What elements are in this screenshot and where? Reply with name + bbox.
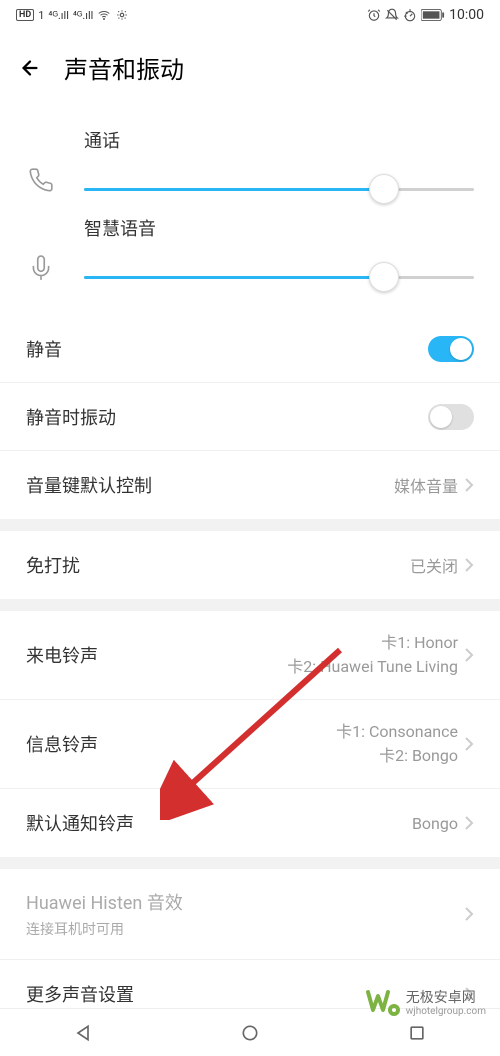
vibrate-on-mute-label: 静音时振动 xyxy=(26,404,116,430)
ringtones-section: 来电铃声 卡1: Honor 卡2: Huawei Tune Living 信息… xyxy=(0,611,500,857)
call-ring-value-2: 卡2: Huawei Tune Living xyxy=(287,655,458,679)
speed-icon xyxy=(403,8,417,22)
notif-ring-value: Bongo xyxy=(412,814,458,833)
wifi-icon xyxy=(97,9,111,21)
chevron-right-icon xyxy=(464,648,474,662)
dnd-value: 已关闭 xyxy=(410,553,458,577)
call-volume-label: 通话 xyxy=(84,127,474,153)
watermark-logo-icon xyxy=(366,988,400,1020)
mute-toggle[interactable] xyxy=(428,336,474,362)
histen-sub: 连接耳机时可用 xyxy=(26,919,183,939)
histen-label: Huawei Histen 音效 xyxy=(26,889,183,915)
volume-key-value: 媒体音量 xyxy=(394,473,458,497)
dnd-row[interactable]: 免打扰 已关闭 xyxy=(0,531,500,599)
hd-icon: HD xyxy=(16,9,34,21)
dnd-section: 免打扰 已关闭 xyxy=(0,531,500,599)
clock-text: 10:00 xyxy=(449,7,484,23)
call-volume-slider[interactable] xyxy=(84,171,474,207)
mic-icon xyxy=(26,253,56,283)
header: 声音和振动 xyxy=(0,30,500,109)
volume-key-label: 音量键默认控制 xyxy=(26,472,152,498)
watermark-url: wjhotelgroup.com xyxy=(406,1006,486,1017)
chevron-right-icon xyxy=(464,816,474,830)
histen-row: Huawei Histen 音效 连接耳机时可用 xyxy=(0,869,500,960)
voice-volume-slider[interactable] xyxy=(84,259,474,295)
msg-ring-value-1: 卡1: Consonance xyxy=(336,720,458,744)
chevron-right-icon xyxy=(464,737,474,751)
mute-section: 静音 静音时振动 音量键默认控制 媒体音量 xyxy=(0,315,500,519)
volume-sliders-section: 通话 智慧语音 xyxy=(0,109,500,315)
status-left: HD 1 ⁴ᴳ.ıll ⁴ᴳ.ıll xyxy=(16,8,129,22)
mute-row[interactable]: 静音 xyxy=(0,315,500,383)
vibrate-on-mute-toggle[interactable] xyxy=(428,404,474,430)
net-icon-1: ⁴ᴳ.ıll xyxy=(48,9,68,22)
voice-volume-label: 智慧语音 xyxy=(84,215,474,241)
chevron-right-icon xyxy=(464,907,474,921)
back-button[interactable] xyxy=(16,54,44,82)
phone-icon xyxy=(26,165,56,195)
nav-back-button[interactable] xyxy=(63,1013,103,1053)
dnd-icon xyxy=(385,8,399,22)
watermark: 无极安卓网 wjhotelgroup.com xyxy=(366,988,486,1020)
vibrate-on-mute-row[interactable]: 静音时振动 xyxy=(0,383,500,451)
net-icon-2: ⁴ᴳ.ıll xyxy=(73,9,93,22)
mute-label: 静音 xyxy=(26,336,62,362)
msg-ring-value-2: 卡2: Bongo xyxy=(336,744,458,768)
status-bar: HD 1 ⁴ᴳ.ıll ⁴ᴳ.ıll 10:00 xyxy=(0,0,500,30)
notif-ring-label: 默认通知铃声 xyxy=(26,810,134,836)
notif-ring-row[interactable]: 默认通知铃声 Bongo xyxy=(0,789,500,857)
more-sound-label: 更多声音设置 xyxy=(26,981,134,1007)
alarm-icon xyxy=(367,8,381,22)
chevron-right-icon xyxy=(464,558,474,572)
chevron-right-icon xyxy=(464,478,474,492)
status-right: 10:00 xyxy=(367,7,484,23)
call-ring-value-1: 卡1: Honor xyxy=(287,631,458,655)
msg-ring-label: 信息铃声 xyxy=(26,731,98,757)
sim-icon: 1 xyxy=(38,9,44,22)
nav-home-button[interactable] xyxy=(230,1013,270,1053)
eye-comfort-icon xyxy=(115,8,129,22)
page-title: 声音和振动 xyxy=(64,50,184,85)
call-ring-row[interactable]: 来电铃声 卡1: Honor 卡2: Huawei Tune Living xyxy=(0,611,500,700)
voice-volume-row: 智慧语音 xyxy=(26,215,474,295)
msg-ring-row[interactable]: 信息铃声 卡1: Consonance 卡2: Bongo xyxy=(0,700,500,789)
watermark-text: 无极安卓网 xyxy=(406,991,486,1006)
volume-key-row[interactable]: 音量键默认控制 媒体音量 xyxy=(0,451,500,519)
call-volume-row: 通话 xyxy=(26,127,474,207)
battery-icon xyxy=(421,9,445,21)
dnd-label: 免打扰 xyxy=(26,552,80,578)
call-ring-label: 来电铃声 xyxy=(26,642,98,668)
